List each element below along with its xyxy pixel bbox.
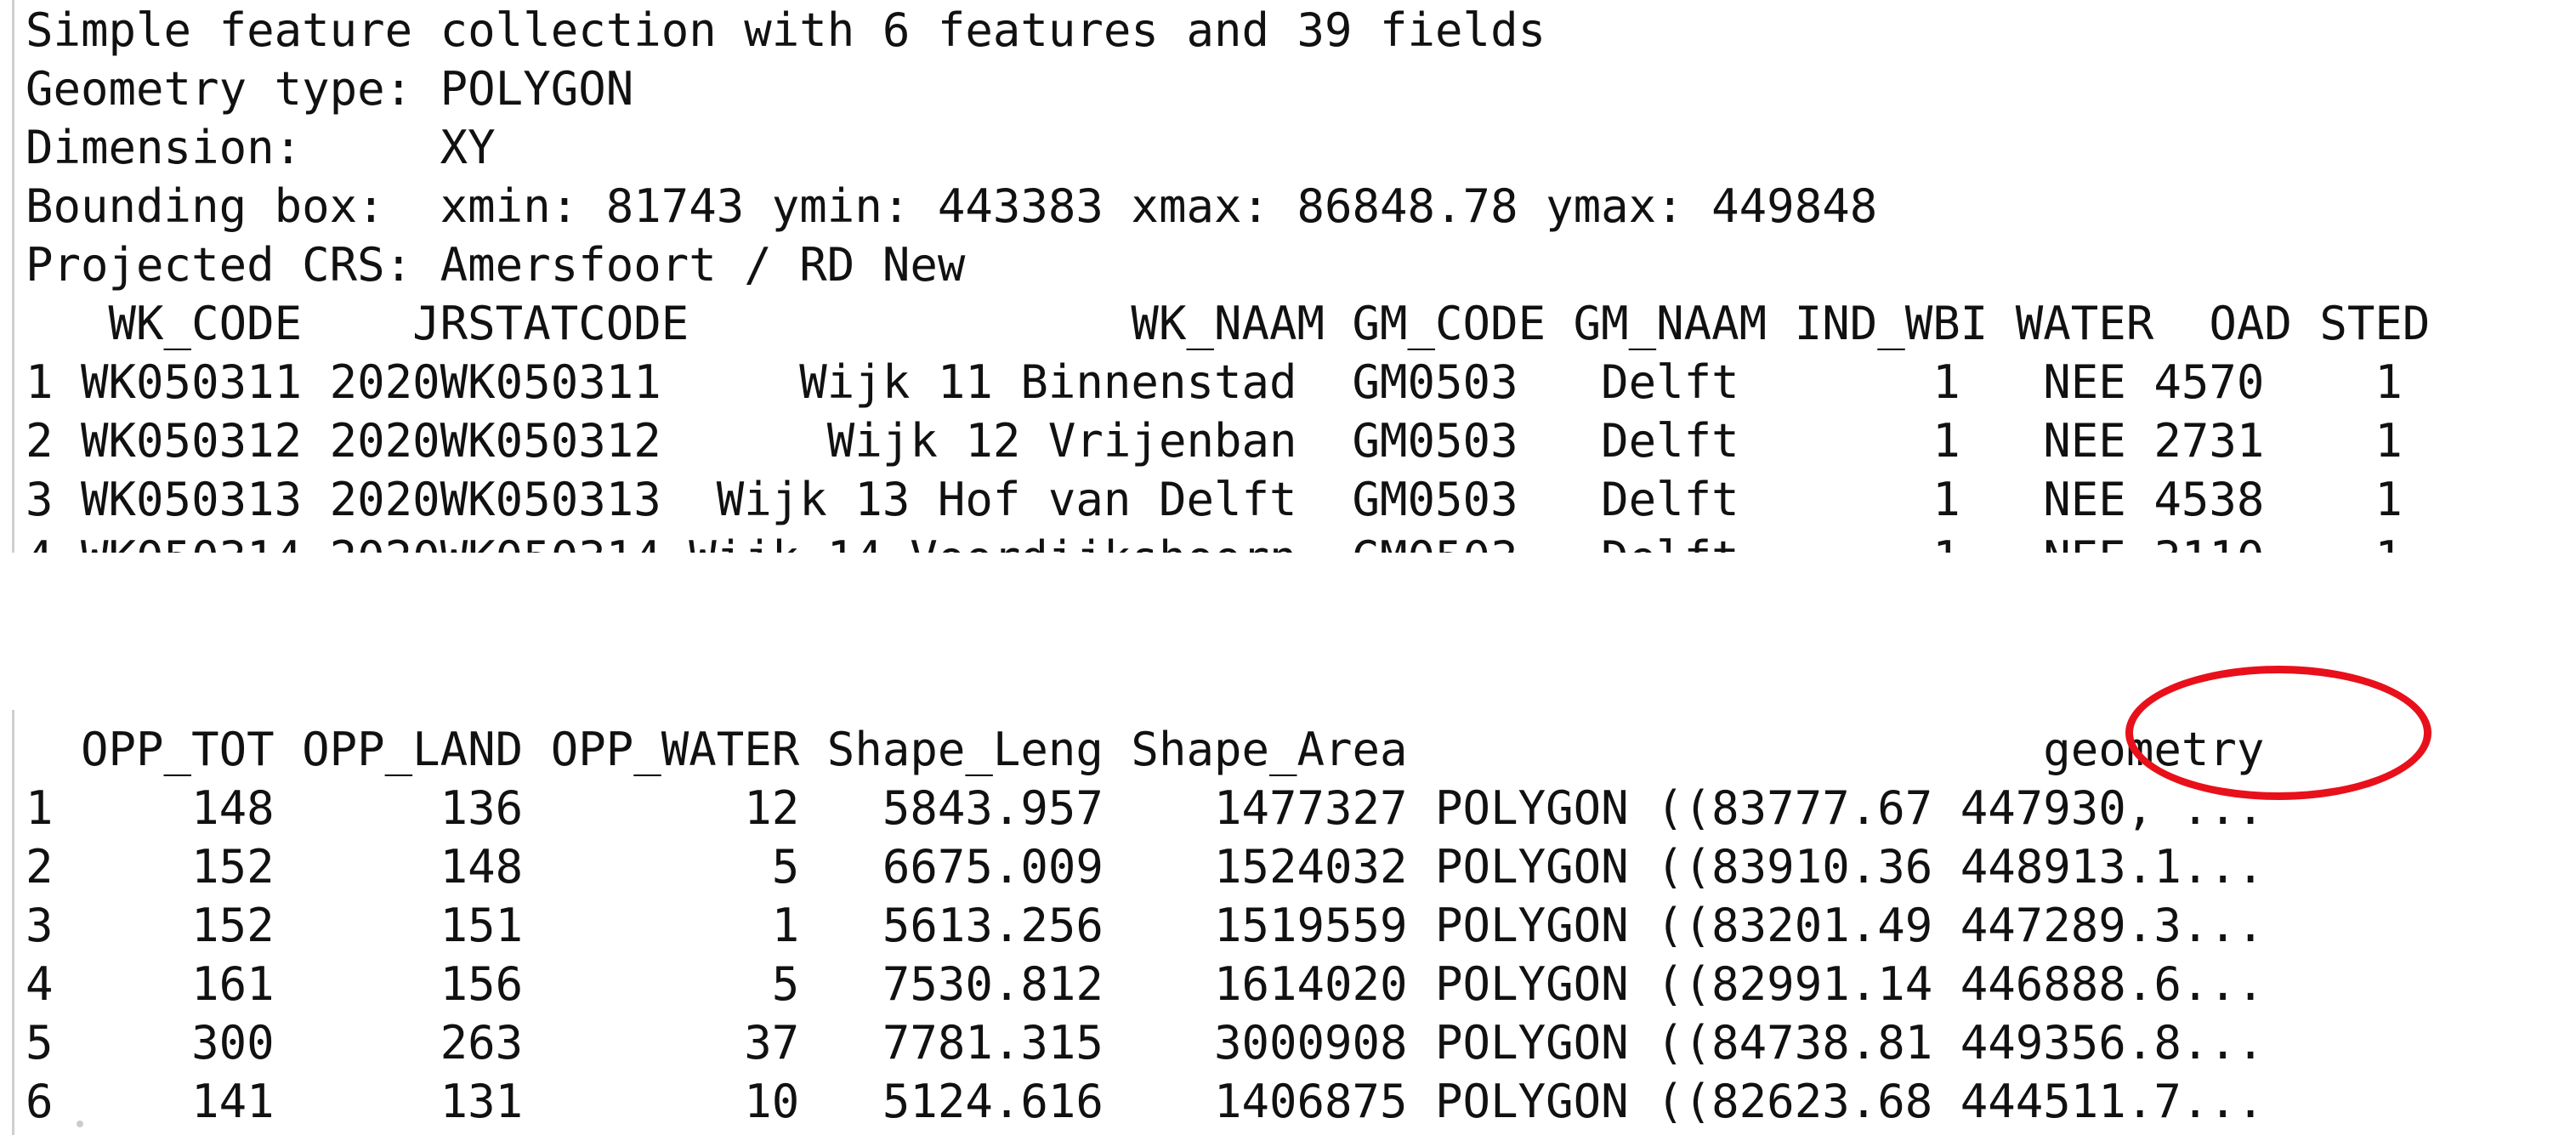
table-header-row: WK_CODE JRSTATCODE WK_NAAM GM_CODE GM_NA… [26,297,2431,350]
table-row: 4 161 156 5 7530.812 1614020 POLYGON ((8… [26,957,2265,1011]
table-row: 2 WK050312 2020WK050312 Wijk 12 Vrijenba… [26,414,2403,468]
table-header-row: OPP_TOT OPP_LAND OPP_WATER Shape_Leng Sh… [26,723,2265,776]
table-row-cut-off: 4 WK050314 2020WK050314 Wijk 14 Voordijk… [26,530,2403,553]
console-line-dimension: Dimension: XY [26,121,496,174]
geometry-column-highlight [2125,666,2431,800]
table-row: 6 141 131 10 5124.616 1406875 POLYGON ((… [26,1075,2265,1128]
table-row: 5 300 263 37 7781.315 3000908 POLYGON ((… [26,1016,2265,1070]
console-output-top: Simple feature collection with 6 feature… [0,0,2576,553]
panel-left-border [12,710,14,1135]
table-row: 3 152 151 1 5613.256 1519559 POLYGON ((8… [26,899,2265,952]
table-row: 2 152 148 5 6675.009 1524032 POLYGON ((8… [26,840,2265,894]
console-line-bounding-box: Bounding box: xmin: 81743 ymin: 443383 x… [26,179,1878,233]
corner-mark [77,1121,83,1127]
table-row: 1 WK050311 2020WK050311 Wijk 11 Binnenst… [26,355,2403,409]
table-row: 3 WK050313 2020WK050313 Wijk 13 Hof van … [26,473,2403,526]
console-line-summary: Simple feature collection with 6 feature… [26,3,1546,57]
console-line-crs: Projected CRS: Amersfoort / RD New [26,238,966,292]
panel-left-border [12,0,14,553]
table-row: 1 148 136 12 5843.957 1477327 POLYGON ((… [26,781,2265,835]
console-line-geometry-type: Geometry type: POLYGON [26,62,634,116]
